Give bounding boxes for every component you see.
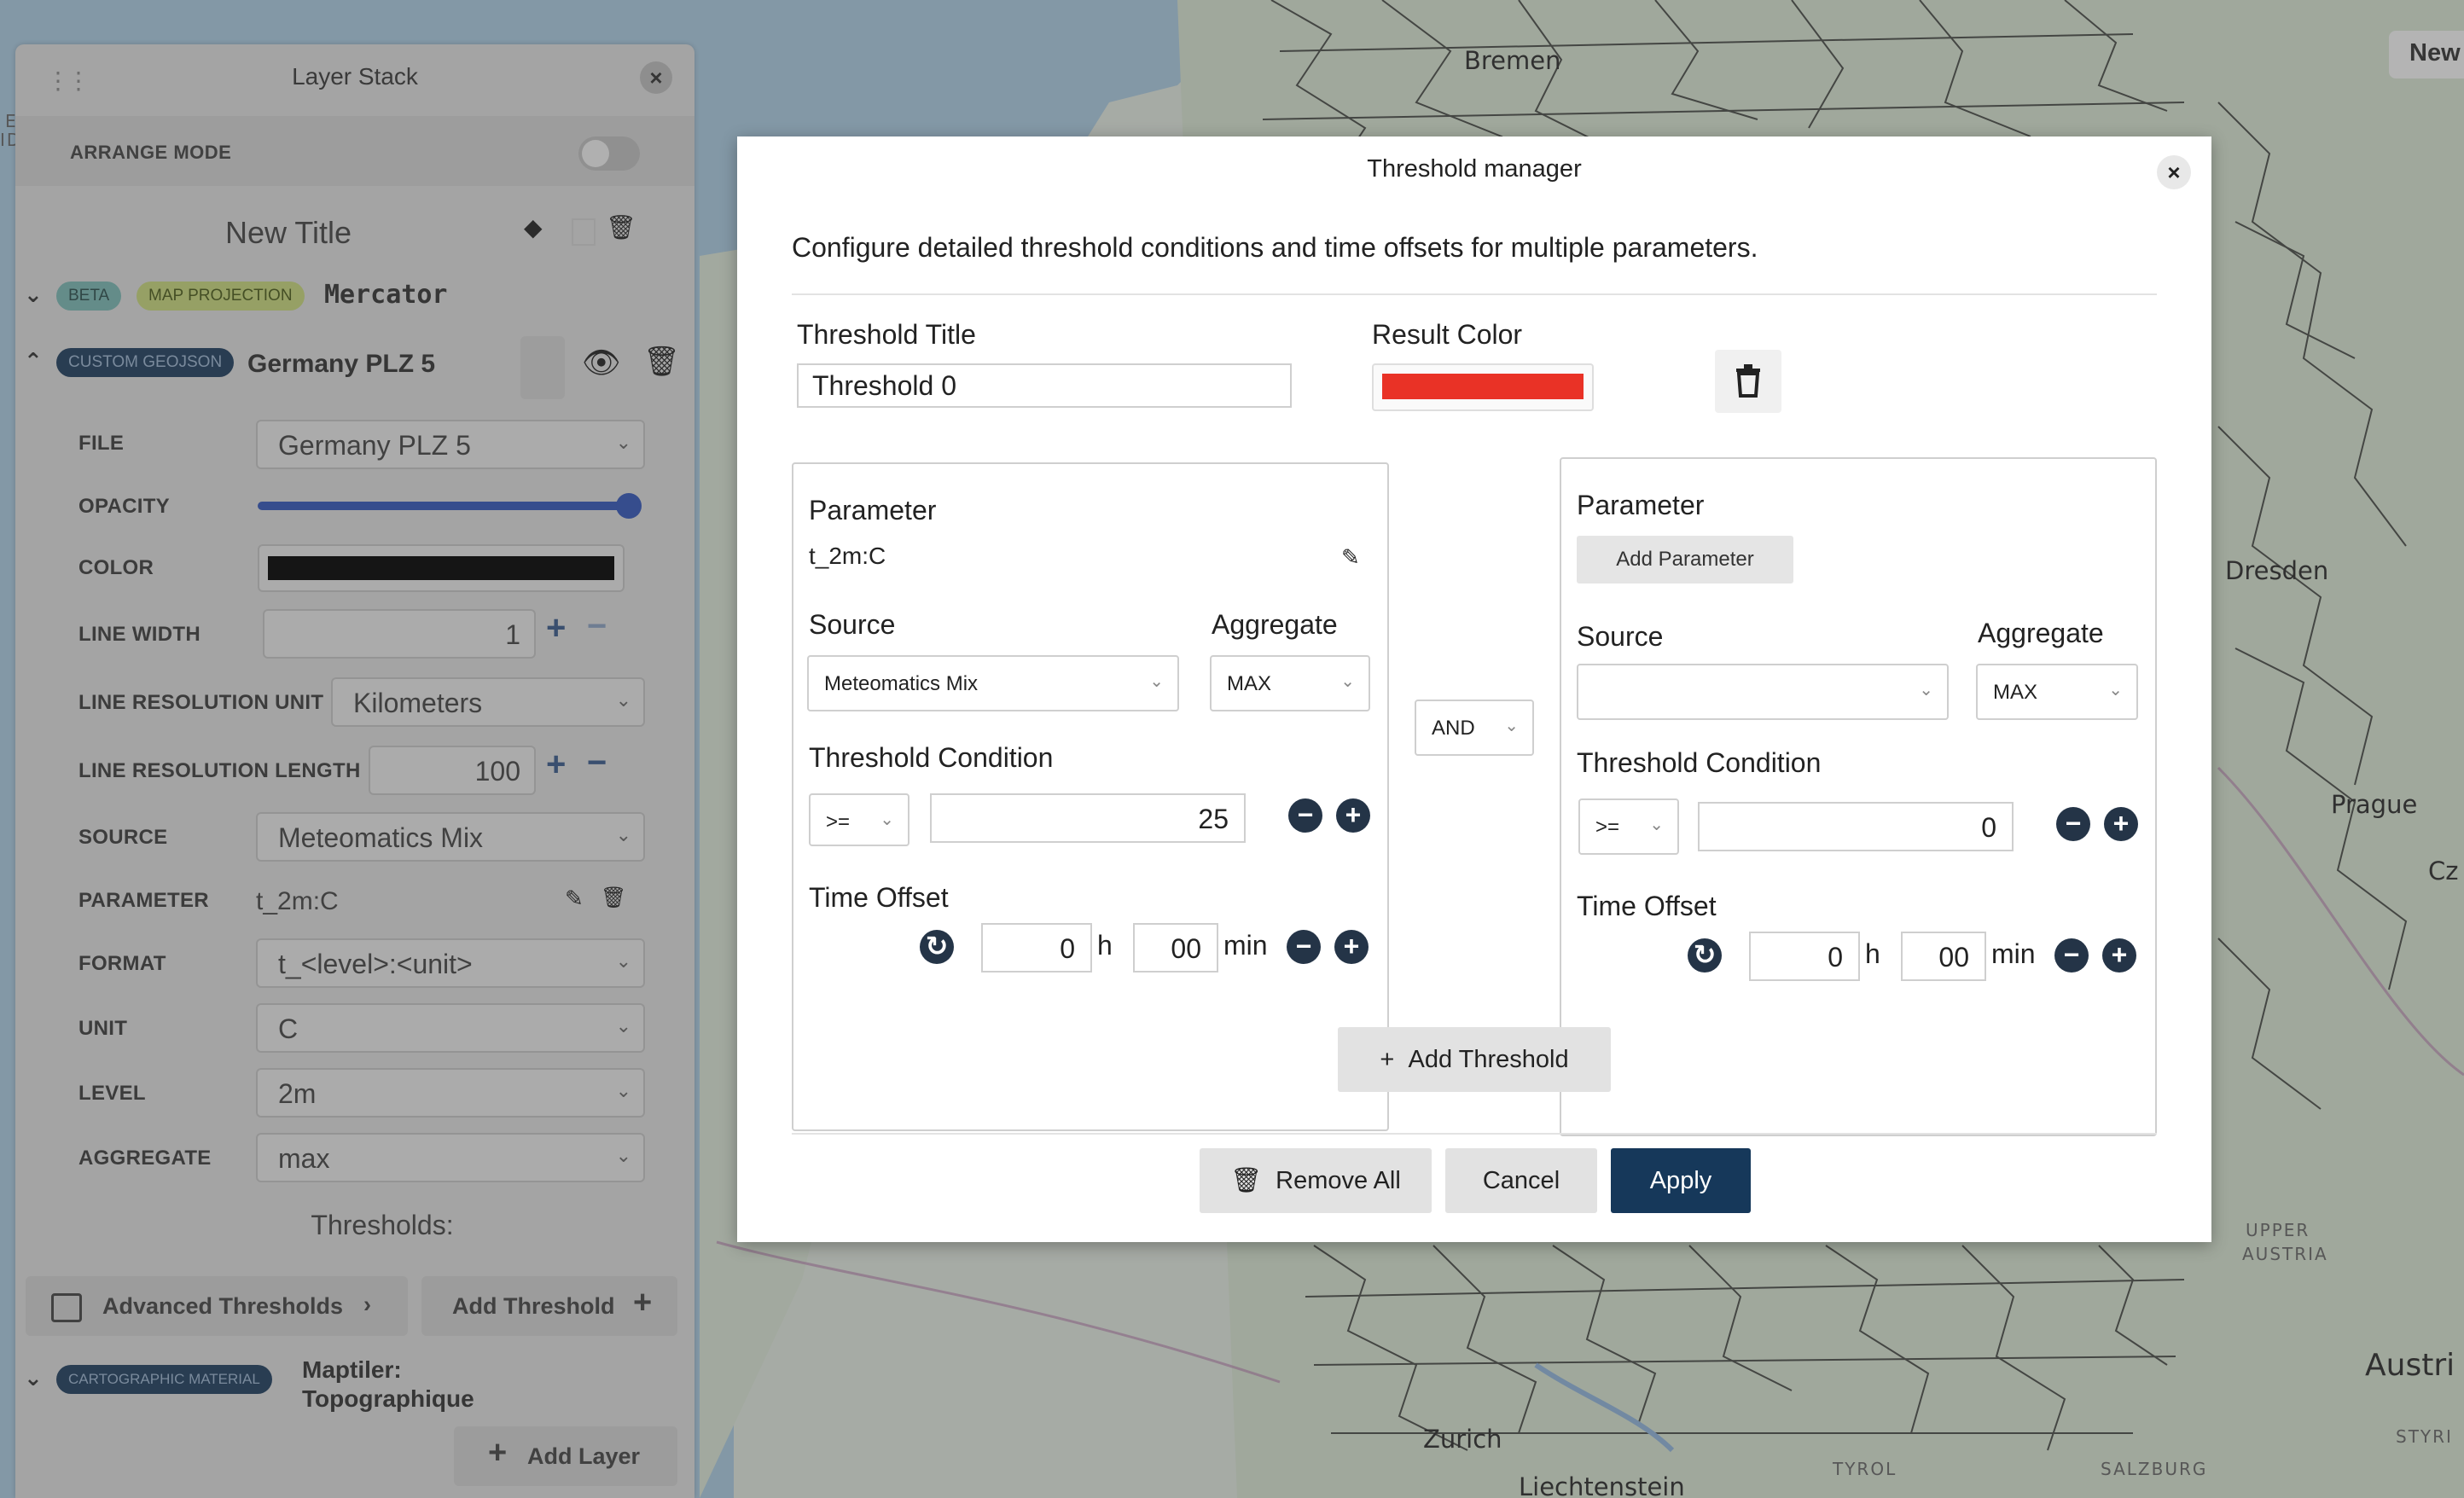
reset-icon[interactable]: ↻ [920, 930, 954, 964]
remove-all-button[interactable]: 🗑 Remove All [1200, 1148, 1432, 1213]
source-dropdown[interactable]: Meteomatics Mix ⌄ [807, 655, 1179, 711]
close-icon[interactable]: × [2157, 155, 2191, 189]
divider [792, 293, 2157, 295]
plus-circle-icon[interactable]: + [1334, 930, 1369, 964]
result-color-label: Result Color [1372, 319, 1523, 350]
threshold-condition-label: Threshold Condition [809, 742, 1054, 773]
threshold-title-label: Threshold Title [797, 319, 976, 350]
parameter-label: Parameter [1577, 490, 1705, 520]
minus-circle-icon[interactable]: − [1288, 798, 1322, 833]
remove-all-label: Remove All [1276, 1167, 1401, 1194]
cancel-button[interactable]: Cancel [1445, 1148, 1597, 1213]
minutes-unit: min [1223, 930, 1268, 961]
pencil-icon[interactable]: ✎ [1341, 544, 1360, 571]
trash-icon [1736, 364, 1760, 398]
add-threshold-label: Add Threshold [1408, 1046, 1569, 1073]
hours-input[interactable]: 0 [981, 923, 1092, 973]
hours-input[interactable]: 0 [1749, 932, 1860, 981]
source-dropdown-value: Meteomatics Mix [824, 672, 979, 695]
time-offset-label: Time Offset [1577, 891, 1717, 921]
aggregate-dropdown-value: MAX [1227, 672, 1272, 695]
condition-value-input[interactable]: 25 [930, 793, 1246, 843]
trash-icon: 🗑 [1230, 1167, 1276, 1194]
operator-dropdown[interactable]: >= ⌄ [1578, 798, 1679, 855]
add-threshold-button[interactable]: + Add Threshold [1338, 1027, 1611, 1092]
parameter-card-1: Parameter t_2m:C ✎ Source Meteomatics Mi… [792, 462, 1389, 1131]
logic-operator-dropdown[interactable]: AND ⌄ [1415, 700, 1534, 756]
apply-button[interactable]: Apply [1611, 1148, 1751, 1213]
parameter-card-2: Parameter Add Parameter Source ⌄ Aggrega… [1560, 457, 2157, 1136]
minutes-input[interactable]: 00 [1901, 932, 1986, 981]
time-offset-label: Time Offset [809, 882, 949, 913]
source-label: Source [1577, 621, 1664, 652]
parameter-label: Parameter [809, 495, 937, 525]
result-color-swatch[interactable] [1372, 363, 1594, 411]
parameter-value: t_2m:C [809, 543, 886, 569]
modal-description: Configure detailed threshold conditions … [792, 232, 1758, 263]
threshold-title-input[interactable]: Threshold 0 [797, 363, 1292, 408]
source-label: Source [809, 609, 896, 640]
modal-title: Threshold manager [1367, 155, 1582, 183]
reset-icon[interactable]: ↻ [1688, 938, 1722, 973]
operator-dropdown[interactable]: >= ⌄ [809, 793, 909, 846]
minus-circle-icon[interactable]: − [1287, 930, 1321, 964]
threshold-manager-modal: Threshold manager × Configure detailed t… [737, 136, 2211, 1242]
hours-unit: h [1865, 938, 1880, 969]
plus-circle-icon[interactable]: + [1336, 798, 1370, 833]
plus-circle-icon[interactable]: + [2104, 807, 2138, 841]
operator-value: >= [826, 810, 851, 833]
plus-circle-icon[interactable]: + [2102, 938, 2136, 973]
aggregate-dropdown[interactable]: MAX ⌄ [1976, 664, 2138, 720]
condition-value-input[interactable]: 0 [1698, 802, 2014, 851]
aggregate-label: Aggregate [1978, 618, 2104, 648]
plus-icon: + [1380, 1046, 1409, 1073]
hours-unit: h [1097, 930, 1113, 961]
minutes-input[interactable]: 00 [1133, 923, 1218, 973]
divider [792, 1133, 2157, 1135]
threshold-condition-label: Threshold Condition [1577, 747, 1822, 778]
minus-circle-icon[interactable]: − [2056, 807, 2090, 841]
add-parameter-button[interactable]: Add Parameter [1577, 536, 1793, 584]
aggregate-dropdown-value: MAX [1993, 681, 2038, 704]
aggregate-dropdown[interactable]: MAX ⌄ [1210, 655, 1370, 711]
operator-value: >= [1595, 816, 1620, 839]
minutes-unit: min [1991, 938, 2036, 969]
source-dropdown[interactable]: ⌄ [1577, 664, 1949, 720]
delete-threshold-button[interactable] [1715, 350, 1781, 413]
aggregate-label: Aggregate [1212, 609, 1338, 640]
logic-operator-value: AND [1432, 717, 1475, 740]
minus-circle-icon[interactable]: − [2054, 938, 2089, 973]
